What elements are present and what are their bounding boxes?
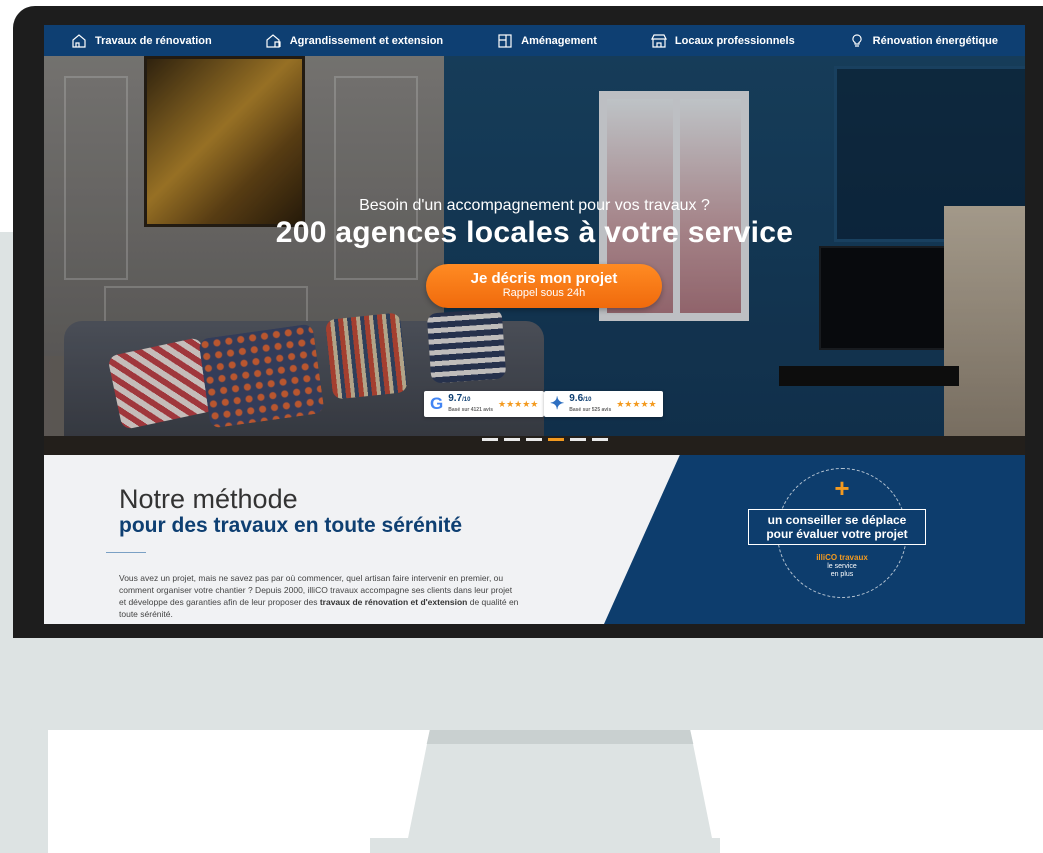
describe-project-button[interactable]: Je décris mon projet Rappel sous 24h [426, 264, 662, 308]
house-renovation-icon [72, 33, 86, 48]
layout-icon [498, 33, 512, 48]
carousel-dot[interactable] [482, 438, 498, 441]
method-section: Notre méthode pour des travaux en toute … [44, 455, 1025, 624]
advisor-visit-badge: + un conseiller se déplace pour évaluer v… [748, 468, 926, 598]
plus-icon: + [834, 473, 850, 503]
badge-ribbon: un conseiller se déplace pour évaluer vot… [748, 509, 926, 545]
nav-item-label: Travaux de rénovation [94, 34, 212, 47]
rating-score: 9.7/10 Basé sur 4121 avis [448, 392, 493, 413]
cta-sublabel: Rappel sous 24h [502, 287, 586, 299]
carousel-dot[interactable] [526, 438, 542, 441]
reviews-rating-badge[interactable]: ✦ 9.6/10 Basé sur 525 avis ★★★★★ [544, 391, 663, 417]
divider [106, 552, 146, 553]
star-rating-icon: ★★★★★ [498, 398, 539, 409]
nav-item-travaux-renovation[interactable]: Travaux de rénovation [71, 33, 212, 48]
badge-brand: illiCO travaux [816, 553, 868, 562]
google-rating-badge[interactable]: G 9.7/10 Basé sur 4121 avis ★★★★★ [424, 391, 545, 417]
nav-item-label: Locaux professionnels [674, 34, 795, 47]
monitor-stand-base [370, 838, 720, 853]
hero-banner: Besoin d'un accompagnement pour vos trav… [44, 56, 1025, 455]
star-rating-icon: ★★★★★ [616, 398, 657, 409]
lightbulb-icon [852, 33, 862, 47]
rating-score: 9.6/10 Basé sur 525 avis [569, 392, 612, 413]
cta-label: Je décris mon projet [470, 270, 618, 287]
nav-item-label: Agrandissement et extension [289, 34, 444, 47]
carousel-indicators [482, 438, 608, 441]
monitor-stand [405, 730, 715, 853]
nav-item-label: Rénovation énergétique [872, 34, 998, 47]
method-description: Vous avez un projet, mais ne savez pas p… [119, 573, 519, 619]
method-subtitle: pour des travaux en toute sérénité [119, 514, 463, 537]
nav-item-locaux-professionnels[interactable]: Locaux professionnels [650, 33, 795, 48]
nav-item-label: Aménagement [521, 34, 597, 47]
house-extension-icon [266, 33, 281, 48]
google-logo-icon: G [430, 394, 444, 413]
storefront-icon [650, 33, 667, 48]
nav-item-agrandissement[interactable]: Agrandissement et extension [266, 33, 444, 48]
website-screen: Travaux de rénovation Agrandissement et … [44, 25, 1025, 624]
hero-title: 200 agences locales à votre service [275, 216, 794, 249]
method-title: Notre méthode [119, 484, 298, 514]
nav-item-renovation-energetique[interactable]: Rénovation énergétique [849, 33, 998, 48]
reviews-logo-icon: ✦ [550, 394, 565, 413]
carousel-dot[interactable] [548, 438, 564, 441]
carousel-dot[interactable] [570, 438, 586, 441]
top-navigation: Travaux de rénovation Agrandissement et … [44, 25, 1025, 56]
monitor-stand-shadow [426, 730, 694, 744]
carousel-dot[interactable] [504, 438, 520, 441]
nav-item-amenagement[interactable]: Aménagement [497, 33, 597, 48]
badge-tagline: le service en plus [827, 563, 857, 578]
hero-subtitle: Besoin d'un accompagnement pour vos trav… [359, 197, 710, 214]
carousel-dot[interactable] [592, 438, 608, 441]
